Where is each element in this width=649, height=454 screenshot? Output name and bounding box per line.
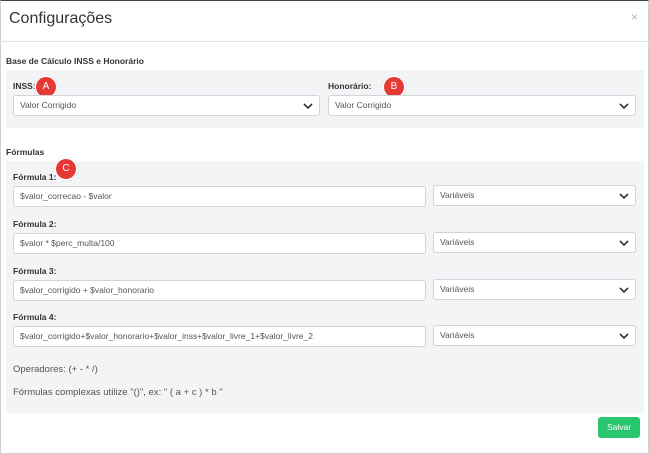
inss-select-value: Valor Corrigido bbox=[20, 100, 77, 110]
formula-4-variables-select[interactable]: Variáveis bbox=[433, 325, 636, 346]
annotation-badge-a: A bbox=[36, 77, 56, 97]
chevron-down-icon bbox=[619, 240, 629, 247]
formula-4-variables-value: Variáveis bbox=[440, 330, 475, 340]
formula-3-label: Fórmula 3: bbox=[13, 266, 57, 276]
formula-2-input[interactable]: $valor * $perc_multa/100 bbox=[13, 233, 426, 254]
formulas-section-title: Fórmulas bbox=[6, 147, 45, 157]
formula-2-label: Fórmula 2: bbox=[13, 219, 57, 229]
operators-note: Operadores: (+ - * /) bbox=[13, 364, 98, 375]
annotation-badge-c: C bbox=[56, 159, 76, 179]
complex-formulas-note: Fórmulas complexas utilize "()", ex: " (… bbox=[13, 387, 223, 398]
honorario-select[interactable]: Valor Corrigido bbox=[328, 95, 636, 116]
annotation-badge-b: B bbox=[384, 77, 404, 97]
formula-1-variables-value: Variáveis bbox=[440, 190, 475, 200]
formula-4-label: Fórmula 4: bbox=[13, 312, 57, 322]
inss-select[interactable]: Valor Corrigido bbox=[13, 95, 320, 116]
formula-4-input[interactable]: $valor_corrigido+$valor_honorario+$valor… bbox=[13, 326, 426, 347]
chevron-down-icon bbox=[619, 103, 629, 110]
formula-2-variables-value: Variáveis bbox=[440, 237, 475, 247]
save-button[interactable]: Salvar bbox=[598, 417, 640, 438]
honorario-select-value: Valor Corrigido bbox=[335, 100, 392, 110]
formula-3-input[interactable]: $valor_corrigido + $valor_honorario bbox=[13, 280, 426, 301]
formula-3-variables-value: Variáveis bbox=[440, 284, 475, 294]
formula-3-variables-select[interactable]: Variáveis bbox=[433, 279, 636, 300]
honorario-label: Honorário: bbox=[328, 81, 372, 91]
modal-header: Configurações × bbox=[0, 0, 649, 42]
chevron-down-icon bbox=[619, 287, 629, 294]
base-section-title: Base de Cálculo INSS e Honorário bbox=[6, 56, 144, 66]
chevron-down-icon bbox=[303, 103, 313, 110]
formula-2-variables-select[interactable]: Variáveis bbox=[433, 232, 636, 253]
chevron-down-icon bbox=[619, 193, 629, 200]
close-icon[interactable]: × bbox=[631, 11, 638, 23]
modal-title: Configurações bbox=[9, 10, 113, 27]
formula-1-variables-select[interactable]: Variáveis bbox=[433, 185, 636, 206]
formula-1-label: Fórmula 1: bbox=[13, 172, 57, 182]
inss-label: INSS: bbox=[13, 81, 36, 91]
formula-1-input[interactable]: $valor_correcao - $valor bbox=[13, 186, 426, 207]
chevron-down-icon bbox=[619, 333, 629, 340]
